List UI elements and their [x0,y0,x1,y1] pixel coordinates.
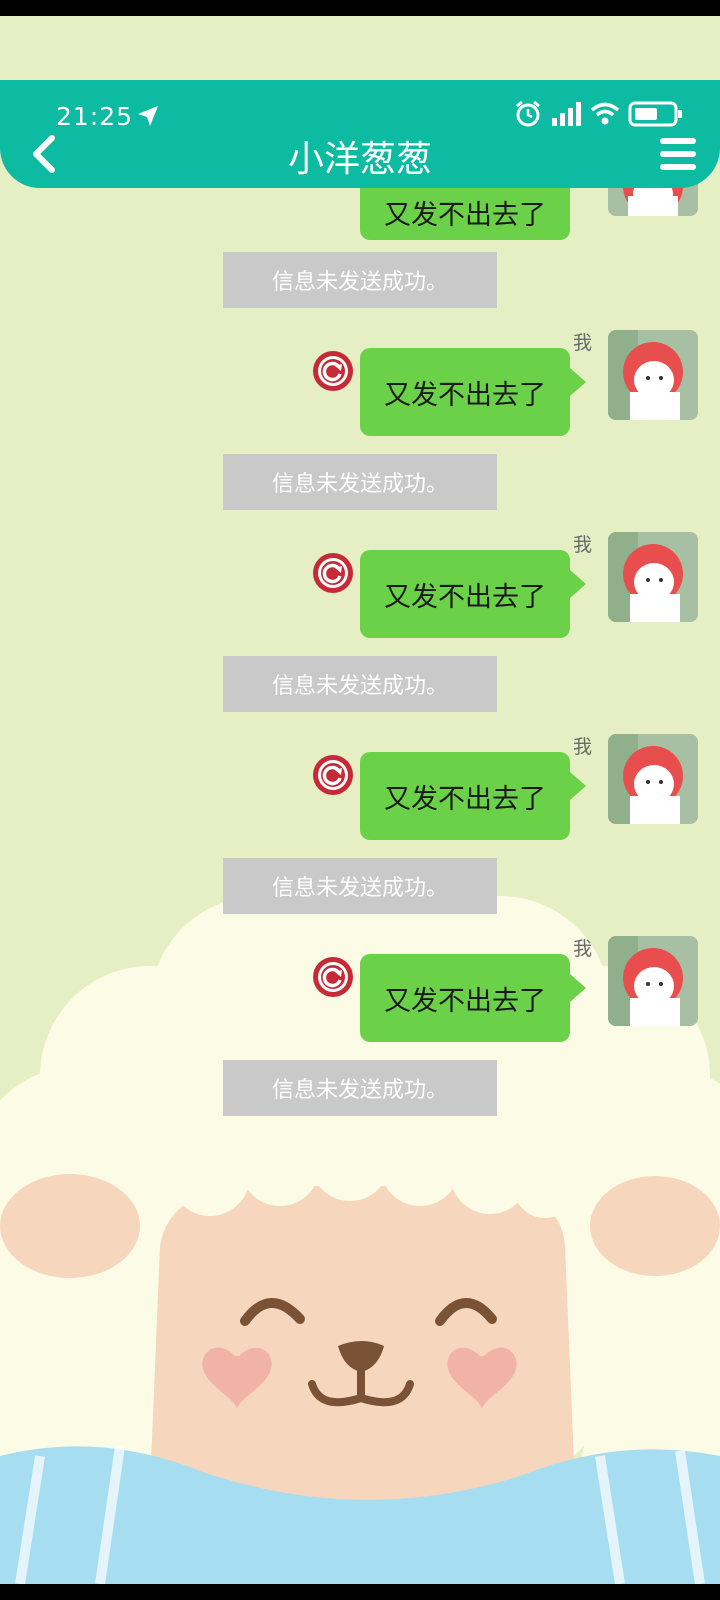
avatar-image [608,734,698,824]
message-bubble[interactable]: 又发不出去了 [360,954,586,1042]
message-bubble[interactable]: 又发不出去了 [360,348,586,436]
send-failed-notice: 信息未发送成功。 [223,454,497,510]
battery-icon [628,101,682,127]
message-row: 我 又发不出去了 [0,328,720,436]
send-failed-notice: 信息未发送成功。 [223,656,497,712]
menu-button[interactable] [658,136,698,172]
avatar[interactable] [608,532,698,622]
avatar-image [608,532,698,622]
navigation-arrow-icon [138,106,158,126]
chat-header: 21:25 小洋葱葱 [0,80,720,188]
resend-icon[interactable] [312,552,354,594]
avatar[interactable] [608,330,698,420]
avatar[interactable] [608,936,698,1026]
send-failed-notice: 信息未发送成功。 [223,1060,497,1116]
resend-icon[interactable] [312,350,354,392]
chat-screen: 又发不出去了 信息未发送成功。 我 又发不出去了 信息未发送成功。 我 又发不出… [0,16,720,1584]
message-text: 又发不出去了 [384,783,546,815]
avatar-image [608,330,698,420]
message-bubble[interactable]: 又发不出去了 [360,550,586,638]
status-icons [514,100,684,128]
avatar[interactable] [608,734,698,824]
signal-icon [552,102,581,126]
resend-icon[interactable] [312,754,354,796]
resend-icon[interactable] [312,956,354,998]
send-failed-notice: 信息未发送成功。 [223,858,497,914]
chat-title: 小洋葱葱 [287,139,432,180]
message-text: 又发不出去了 [384,985,546,1017]
message-row: 我 又发不出去了 [0,530,720,638]
sender-label: 我 [572,938,592,960]
message-bubble[interactable]: 又发不出去了 [360,752,586,840]
message-row: 我 又发不出去了 [0,732,720,840]
send-failed-notice: 信息未发送成功。 [223,252,497,308]
message-row: 我 又发不出去了 [0,934,720,1042]
message-text: 又发不出去了 [384,581,546,613]
avatar-image [608,936,698,1026]
sender-label: 我 [572,534,592,556]
status-time: 21:25 [56,102,134,131]
wifi-icon [590,102,620,125]
message-text: 又发不出去了 [384,200,546,231]
sender-label: 我 [572,332,592,354]
sender-label: 我 [572,736,592,758]
message-text: 又发不出去了 [384,379,546,411]
alarm-icon [516,100,540,127]
